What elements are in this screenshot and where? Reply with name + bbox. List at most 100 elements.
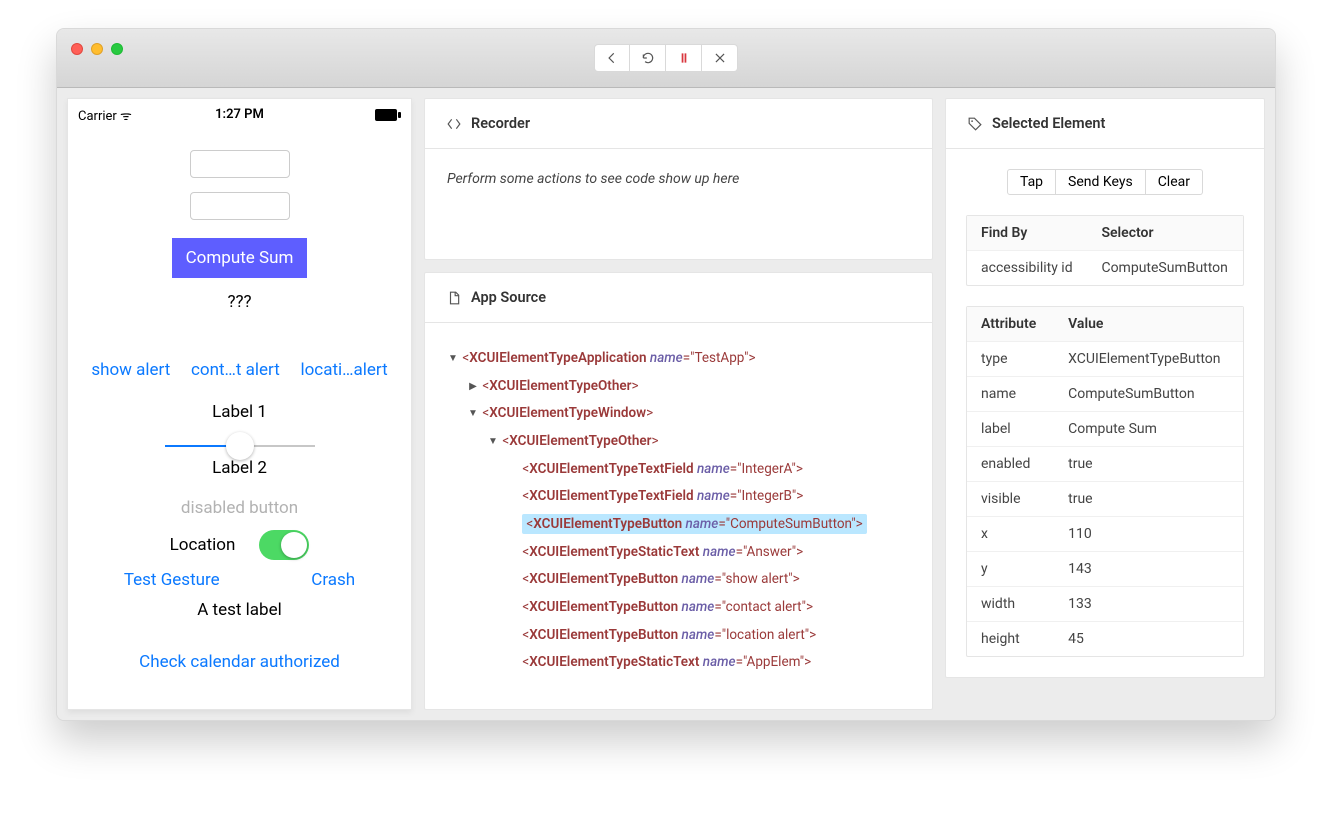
value-header: Value [1054, 307, 1243, 342]
close-icon [713, 51, 727, 65]
selected-element-title: Selected Element [992, 115, 1105, 132]
right-column: Selected Element Tap Send Keys Clear Fin… [945, 98, 1265, 710]
table-row: x110 [967, 517, 1243, 552]
selected-element-body: Tap Send Keys Clear Find By Selector acc… [946, 149, 1264, 677]
calendar-link[interactable]: Check calendar authorized [139, 652, 340, 672]
attribute-value: XCUIElementTypeButton [1054, 342, 1243, 377]
attribute-value: 110 [1054, 517, 1243, 552]
tree-node[interactable]: <XCUIElementTypeTextField name="IntegerA… [447, 456, 910, 484]
quit-button[interactable] [702, 44, 738, 72]
compute-sum-button[interactable]: Compute Sum [172, 238, 308, 278]
attribute-value: 133 [1054, 587, 1243, 622]
tree-node[interactable]: ▼ <XCUIElementTypeWindow> [447, 400, 910, 428]
wifi-icon: ᯤ [120, 109, 132, 124]
battery-icon [375, 103, 401, 126]
arrow-left-icon [605, 51, 619, 65]
pause-icon [677, 51, 691, 65]
attribute-key: name [967, 377, 1054, 412]
tree-node[interactable]: <XCUIElementTypeButton name="ComputeSumB… [447, 511, 910, 539]
show-alert-link[interactable]: show alert [91, 360, 170, 380]
clear-button[interactable]: Clear [1146, 169, 1203, 195]
attribute-key: label [967, 412, 1054, 447]
attribute-key: visible [967, 482, 1054, 517]
send-keys-button[interactable]: Send Keys [1056, 169, 1146, 195]
close-window-icon[interactable] [71, 43, 83, 55]
attribute-value: true [1054, 447, 1243, 482]
recorder-header: Recorder [425, 99, 932, 149]
selector-header: Selector [1087, 216, 1243, 251]
attribute-key: width [967, 587, 1054, 622]
pause-button[interactable] [666, 44, 702, 72]
location-switch[interactable] [259, 530, 309, 560]
tree-node[interactable]: <XCUIElementTypeButton name="location al… [447, 622, 910, 650]
attribute-key: enabled [967, 447, 1054, 482]
location-row: Location [170, 530, 310, 560]
contact-alert-link[interactable]: cont…t alert [191, 360, 280, 380]
tree-node[interactable]: <XCUIElementTypeTextField name="IntegerB… [447, 483, 910, 511]
integer-b-field[interactable] [190, 192, 290, 220]
attribute-value: ComputeSumButton [1054, 377, 1243, 412]
recorder-body: Perform some actions to see code show up… [425, 149, 932, 259]
table-row: typeXCUIElementTypeButton [967, 342, 1243, 377]
table-row: accessibility id ComputeSumButton [967, 251, 1243, 285]
label-2: Label 2 [212, 458, 267, 478]
tree-node[interactable]: ▼ <XCUIElementTypeApplication name="Test… [447, 345, 910, 373]
attribute-key: x [967, 517, 1054, 552]
crash-link[interactable]: Crash [311, 570, 355, 590]
source-tree[interactable]: ▼ <XCUIElementTypeApplication name="Test… [447, 345, 910, 677]
test-gesture-link[interactable]: Test Gesture [124, 570, 220, 590]
findby-header: Find By [967, 216, 1087, 251]
table-row: visibletrue [967, 482, 1243, 517]
tree-node[interactable]: ▶ <XCUIElementTypeOther> [447, 373, 910, 401]
selected-element-header: Selected Element [946, 99, 1264, 149]
carrier-label: Carrier ᯤ [78, 106, 132, 124]
app-source-body: ▼ <XCUIElementTypeApplication name="Test… [425, 323, 932, 699]
app-window: Carrier ᯤ 1:27 PM Compute Sum ??? show a… [56, 28, 1276, 721]
tree-node[interactable]: <XCUIElementTypeButton name="contact ale… [447, 594, 910, 622]
device-app-body: Compute Sum ??? show alert cont…t alert … [68, 130, 411, 709]
table-row: labelCompute Sum [967, 412, 1243, 447]
refresh-icon [641, 51, 655, 65]
tap-button[interactable]: Tap [1007, 169, 1056, 195]
slider[interactable] [165, 432, 315, 434]
table-row: enabledtrue [967, 447, 1243, 482]
middle-column: Recorder Perform some actions to see cod… [424, 98, 933, 710]
app-source-title: App Source [471, 289, 546, 306]
attribute-key: type [967, 342, 1054, 377]
test-label: A test label [197, 600, 282, 620]
findby-table: Find By Selector accessibility id Comput… [966, 215, 1244, 286]
refresh-button[interactable] [630, 44, 666, 72]
selector-value: ComputeSumButton [1087, 251, 1243, 285]
tree-node[interactable]: <XCUIElementTypeButton name="show alert"… [447, 566, 910, 594]
table-row: height45 [967, 622, 1243, 656]
element-actions: Tap Send Keys Clear [966, 169, 1244, 195]
slider-thumb[interactable] [226, 432, 254, 460]
label-1: Label 1 [212, 402, 267, 422]
tag-icon [968, 117, 982, 131]
titlebar [57, 29, 1275, 88]
tree-node[interactable]: <XCUIElementTypeStaticText name="AppElem… [447, 649, 910, 677]
attributes-table: Attribute Value typeXCUIElementTypeButto… [966, 306, 1244, 657]
app-source-card: App Source ▼ <XCUIElementTypeApplication… [424, 272, 933, 710]
recorder-placeholder: Perform some actions to see code show up… [447, 171, 739, 187]
minimize-window-icon[interactable] [91, 43, 103, 55]
gesture-row: Test Gesture Crash [68, 570, 411, 590]
tree-node[interactable]: <XCUIElementTypeStaticText name="Answer"… [447, 539, 910, 567]
content-area: Carrier ᯤ 1:27 PM Compute Sum ??? show a… [57, 88, 1275, 720]
caret-down-icon[interactable]: ▼ [447, 349, 459, 370]
back-button[interactable] [594, 44, 630, 72]
attribute-header: Attribute [967, 307, 1054, 342]
table-row: y143 [967, 552, 1243, 587]
device-status-bar: Carrier ᯤ 1:27 PM [68, 99, 411, 130]
zoom-window-icon[interactable] [111, 43, 123, 55]
tree-node[interactable]: ▼ <XCUIElementTypeOther> [447, 428, 910, 456]
caret-down-icon[interactable]: ▼ [487, 432, 499, 453]
caret-right-icon[interactable]: ▶ [467, 377, 479, 398]
table-row: nameComputeSumButton [967, 377, 1243, 412]
attribute-key: height [967, 622, 1054, 656]
caret-down-icon[interactable]: ▼ [467, 404, 479, 425]
integer-a-field[interactable] [190, 150, 290, 178]
location-alert-link[interactable]: locati…alert [300, 360, 387, 380]
device-time: 1:27 PM [215, 107, 264, 122]
attribute-key: y [967, 552, 1054, 587]
